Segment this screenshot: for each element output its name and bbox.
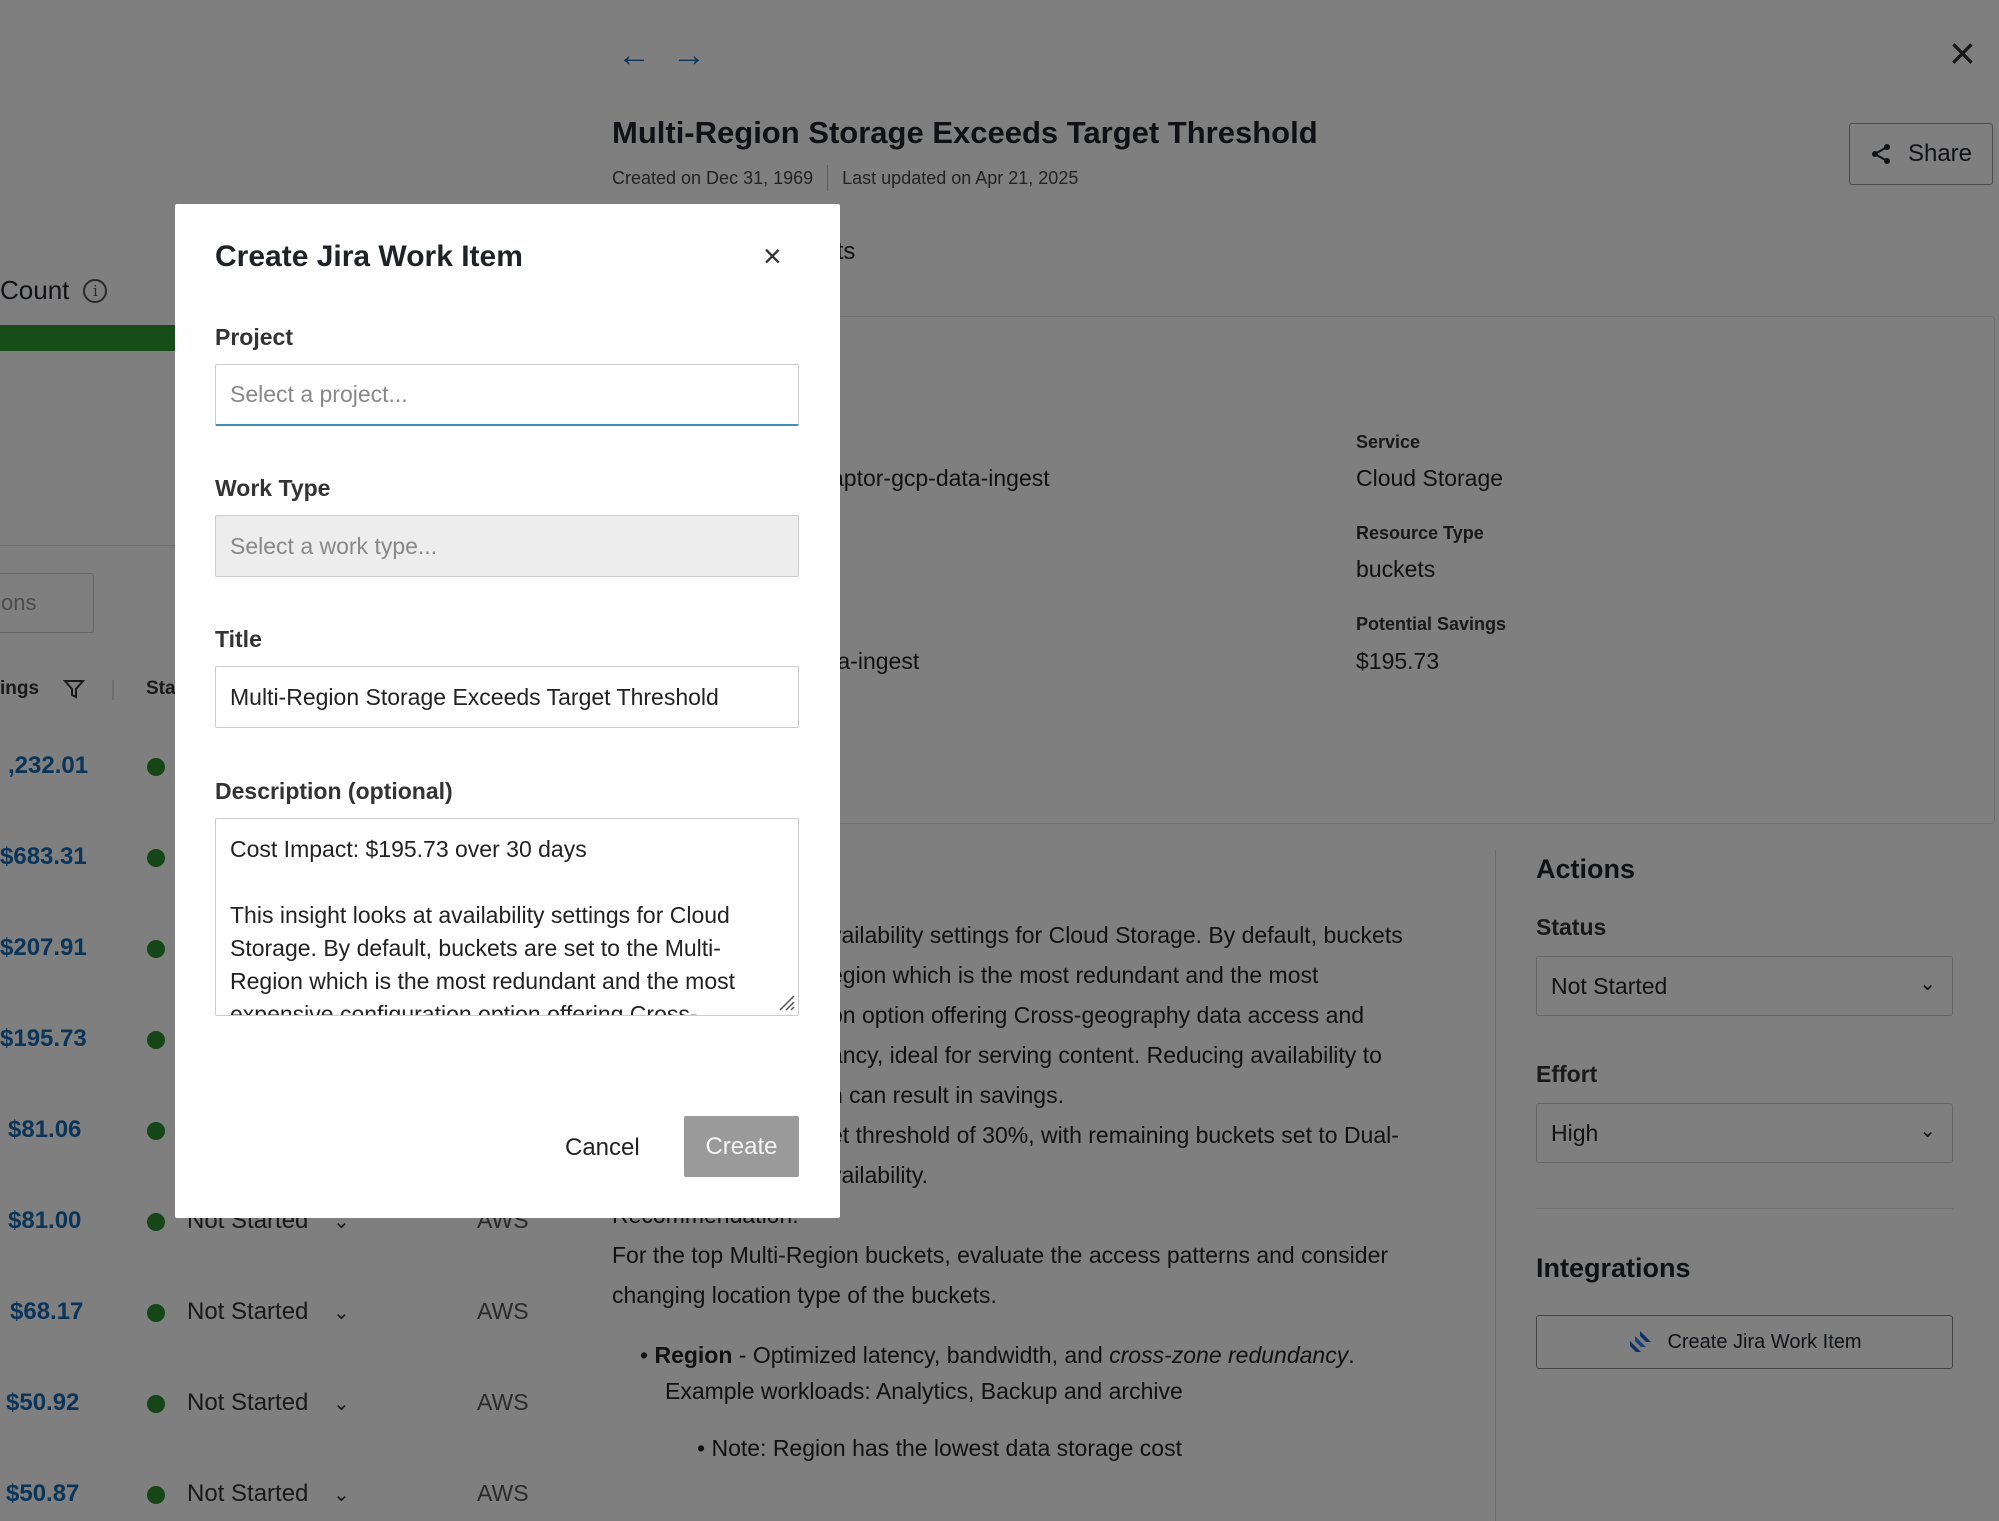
project-label: Project (215, 324, 293, 350)
modal-title: Create Jira Work Item (215, 240, 523, 273)
title-input[interactable] (215, 666, 799, 728)
work-type-label: Work Type (215, 475, 331, 501)
description-textarea[interactable]: Cost Impact: $195.73 over 30 days This i… (215, 818, 799, 1016)
description-label: Description (optional) (215, 778, 453, 804)
resize-handle-icon[interactable] (778, 994, 796, 1012)
title-label: Title (215, 626, 262, 652)
create-button[interactable]: Create (684, 1116, 799, 1177)
project-select[interactable] (215, 364, 799, 426)
create-jira-modal: Create Jira Work Item × Project Work Typ… (175, 204, 840, 1218)
close-icon[interactable]: × (763, 240, 782, 272)
cancel-button[interactable]: Cancel (565, 1134, 640, 1162)
work-type-select[interactable] (215, 515, 799, 577)
